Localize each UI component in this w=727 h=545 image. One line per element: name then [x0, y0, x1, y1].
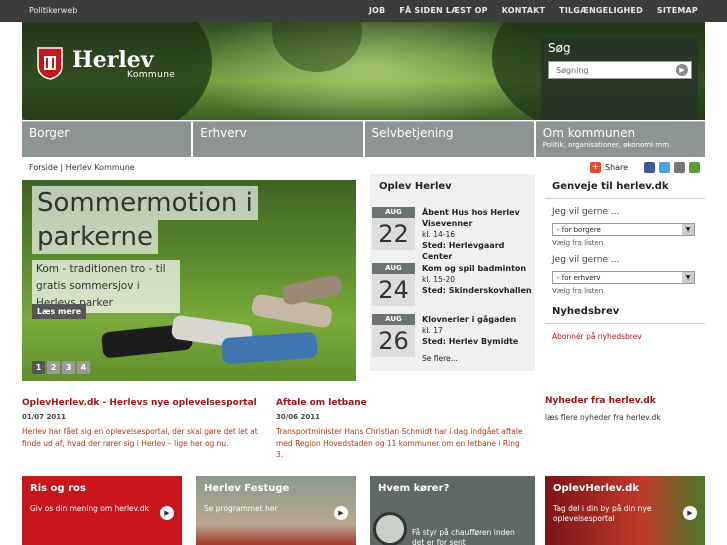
accessibility-link[interactable]: TILGÆNGELIGHED [559, 6, 643, 15]
chevron-down-icon: ▼ [682, 272, 694, 283]
slider-page-2[interactable]: 2 [47, 361, 60, 374]
feature-slider: Sommermotion i parkerne Kom - traditione… [22, 180, 356, 381]
badge-icon [373, 512, 407, 545]
read-aloud-link[interactable]: FÅ SIDEN LÆST OP [399, 6, 487, 15]
breadcrumb[interactable]: Forside | Herlev Kommune [29, 163, 135, 172]
share-label[interactable]: Share [605, 163, 628, 172]
news-body: Transportminister Hans Christian Schmidt… [276, 427, 523, 459]
news-item: Aftale om letbane 30/06 2011 Transportmi… [276, 398, 526, 461]
search-go-icon[interactable]: ▶ [676, 64, 688, 76]
nav-item-erhverv[interactable]: Erhverv [193, 121, 363, 157]
see-more-link[interactable]: Se flere... [422, 354, 458, 363]
event-item[interactable]: AUG 22 Åbent Hus hos Herlev Visevenner kl.… [372, 207, 532, 261]
event-item[interactable]: AUG 24 Kom og spil badminton kl. 15-20 Sted… [372, 263, 532, 309]
nav-item-om-kommunen[interactable]: Om kommunen Politik, organisationer, økon… [535, 121, 705, 157]
slider-page-4[interactable]: 4 [77, 361, 90, 374]
slider-page-3[interactable]: 3 [62, 361, 75, 374]
calendar-icon: AUG 26 [372, 314, 415, 357]
play-icon[interactable]: ▶ [334, 506, 348, 520]
business-select[interactable]: - for erhverv ▼ [552, 271, 695, 284]
news-date: 01/07 2011 [22, 412, 66, 421]
logo-subtitle: Kommune [127, 70, 176, 80]
select-hint: Vælg fra listen [552, 287, 604, 295]
search-box: Søg Søgning ▶ [541, 38, 698, 120]
bookmark-icon[interactable] [689, 162, 701, 173]
chevron-down-icon: ▼ [682, 224, 694, 235]
news-more-title[interactable]: Nyheder fra herlev.dk [545, 396, 705, 408]
news-title[interactable]: Aftale om letbane [276, 398, 526, 410]
shortcut-label: Jeg vil gerne ... [552, 255, 620, 265]
herlev-crest-icon[interactable] [36, 46, 64, 80]
news-more: Nyheder fra herlev.dk læs flere nyheder … [545, 396, 705, 423]
promo-oplevherlev[interactable]: OplevHerlev.dk Tag del i din by på din n… [545, 476, 705, 545]
slider-title-line2: parkerne [32, 220, 158, 254]
news-title[interactable]: OplevHerlev.dk - Herlevs nye oplevelsesp… [22, 398, 267, 410]
shortcuts-header: Genveje til herlev.dk [545, 174, 705, 199]
search-input[interactable]: Søgning [548, 61, 692, 79]
event-title[interactable]: Åbent Hus hos Herlev Visevenner [422, 208, 520, 228]
print-icon[interactable] [674, 162, 686, 173]
sitemap-link[interactable]: SITEMAP [657, 6, 698, 15]
newsletter-subscribe-link[interactable]: Abonnér på nyhedsbrev [552, 332, 705, 341]
twitter-icon[interactable] [659, 162, 671, 173]
event-title[interactable]: Klovnerier i gågaden [422, 315, 516, 324]
event-title[interactable]: Kom og spil badminton [422, 264, 526, 273]
news-body: Herlev har fået sig en oplevelsesportal,… [22, 427, 258, 448]
calendar-icon: AUG 24 [372, 263, 415, 306]
read-more-button[interactable]: Læs mere [32, 304, 87, 319]
calendar-icon: AUG 22 [372, 207, 415, 250]
play-icon[interactable]: ▶ [683, 506, 697, 520]
main-nav: Borger Erhverv Selvbetjening Om kommunen… [22, 121, 705, 157]
nav-item-borger[interactable]: Borger [22, 121, 192, 157]
shortcut-label: Jeg vil gerne ... [552, 207, 620, 217]
job-link[interactable]: JOB [369, 6, 385, 15]
share-bar: + Share [590, 162, 701, 173]
events-header: Oplev Herlev [379, 181, 452, 192]
slider-pager: 1 2 3 4 [32, 361, 90, 374]
promo-festuge[interactable]: Herlev Festuge Se programmet her ▶ [196, 476, 356, 545]
promo-hvem-korer[interactable]: Hvem kører? Få styr på chaufføren inden … [370, 476, 535, 545]
citizen-select[interactable]: - for borgere ▼ [552, 223, 695, 236]
top-bar: Politikerweb JOB FÅ SIDEN LÆST OP KONTAK… [0, 0, 727, 22]
news-item: OplevHerlev.dk - Herlevs nye oplevelsesp… [22, 398, 267, 449]
newsletter-header: Nyhedsbrev [545, 299, 705, 324]
top-links: JOB FÅ SIDEN LÆST OP KONTAKT TILGÆNGELIG… [369, 6, 698, 15]
news-more-link[interactable]: læs flere nyheder fra herlev.dk [545, 412, 705, 424]
slider-page-1[interactable]: 1 [32, 361, 45, 374]
facebook-icon[interactable] [644, 162, 656, 173]
news-date: 30/06 2011 [276, 412, 320, 421]
search-title: Søg [548, 41, 571, 55]
right-column: Genveje til herlev.dk Jeg vil gerne ... … [545, 174, 705, 341]
play-icon[interactable]: ▶ [160, 506, 174, 520]
select-hint: Vælg fra listen [552, 239, 604, 247]
events-panel: Oplev Herlev AUG 22 Åbent Hus hos Herlev … [370, 174, 535, 371]
promo-ris-og-ros[interactable]: Ris og ros Giv os din mening om herlev.d… [22, 476, 182, 545]
nav-item-selvbetjening[interactable]: Selvbetjening [364, 121, 534, 157]
share-plus-icon[interactable]: + [590, 162, 601, 173]
contact-link[interactable]: KONTAKT [502, 6, 545, 15]
politikerweb-link[interactable]: Politikerweb [29, 6, 77, 15]
slider-title-line1: Sommermotion i [32, 186, 258, 220]
